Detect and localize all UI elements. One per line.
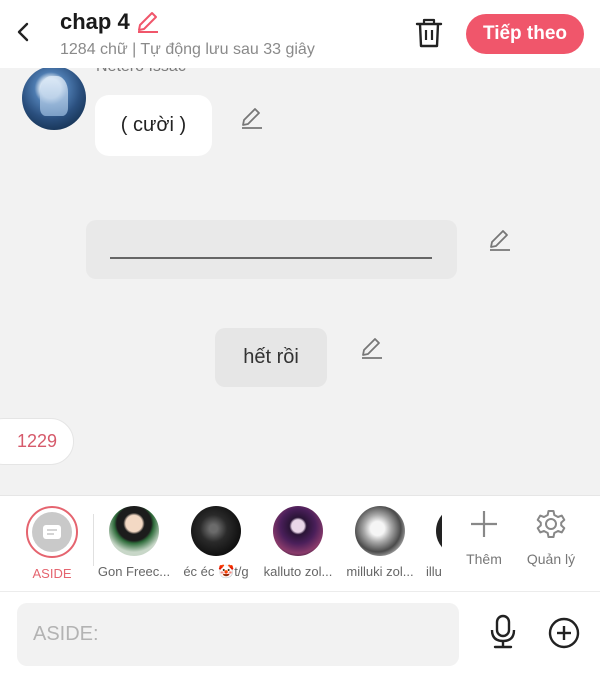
plus-circle-icon[interactable] xyxy=(548,617,580,649)
aside-message-bubble[interactable]: hết rồi xyxy=(215,328,327,387)
message-bubble[interactable]: ( cười ) xyxy=(95,95,212,156)
sender-name: Netero Issac xyxy=(96,68,186,76)
character-item[interactable]: milluki zol... xyxy=(339,506,421,579)
edit-message-pencil-icon[interactable] xyxy=(240,106,264,130)
manage-label: Quản lý xyxy=(526,551,576,567)
character-item[interactable]: kalluto zol... xyxy=(257,506,339,579)
sender-avatar[interactable] xyxy=(22,68,86,130)
edit-aside-pencil-icon[interactable] xyxy=(360,336,384,360)
character-name: illu xyxy=(426,564,442,579)
character-avatar xyxy=(273,506,323,556)
chat-area: Netero Issac ( cười ) hết rồi 1229 xyxy=(0,68,600,495)
edit-separator-pencil-icon[interactable] xyxy=(488,228,512,252)
separator-message[interactable] xyxy=(86,220,457,279)
character-item[interactable]: Gon Freec... xyxy=(93,506,175,579)
character-avatar xyxy=(355,506,405,556)
chapter-title[interactable]: chap 4 xyxy=(60,9,130,35)
manage-characters-button[interactable]: Quản lý xyxy=(519,508,583,567)
add-label: Thêm xyxy=(466,551,502,567)
gear-icon xyxy=(536,510,566,538)
trash-icon[interactable] xyxy=(414,17,444,49)
word-count-autosave-status: 1284 chữ | Tự động lưu sau 33 giây xyxy=(60,41,315,58)
character-selector: ASIDE Gon Freec... éc éc 🤡t/g kalluto zo… xyxy=(0,495,600,591)
back-arrow-icon[interactable] xyxy=(10,18,38,46)
aside-avatar xyxy=(26,506,78,558)
character-avatar xyxy=(436,506,442,556)
next-button[interactable]: Tiếp theo xyxy=(466,14,584,54)
speech-bubble-icon xyxy=(43,525,61,539)
character-item[interactable]: éc éc 🤡t/g xyxy=(175,506,257,580)
character-item[interactable]: illu xyxy=(418,506,442,579)
separator-line xyxy=(110,257,432,259)
plus-icon xyxy=(471,511,497,537)
microphone-icon[interactable] xyxy=(487,614,519,650)
add-character-button[interactable]: Thêm xyxy=(452,508,516,567)
edit-title-pencil-icon[interactable] xyxy=(135,10,161,34)
composer-bar xyxy=(0,591,600,695)
character-name: kalluto zol... xyxy=(263,564,333,579)
character-name: éc éc 🤡t/g xyxy=(183,564,249,579)
top-bar: chap 4 1284 chữ | Tự động lưu sau 33 giâ… xyxy=(0,0,600,68)
character-name: Gon Freec... xyxy=(97,564,171,579)
character-aside[interactable]: ASIDE xyxy=(11,506,93,581)
message-count-badge[interactable]: 1229 xyxy=(0,418,74,465)
character-avatar xyxy=(191,506,241,556)
character-avatar xyxy=(109,506,159,556)
aside-label: ASIDE xyxy=(32,566,72,581)
message-input[interactable] xyxy=(17,603,459,666)
character-name: milluki zol... xyxy=(346,564,414,579)
